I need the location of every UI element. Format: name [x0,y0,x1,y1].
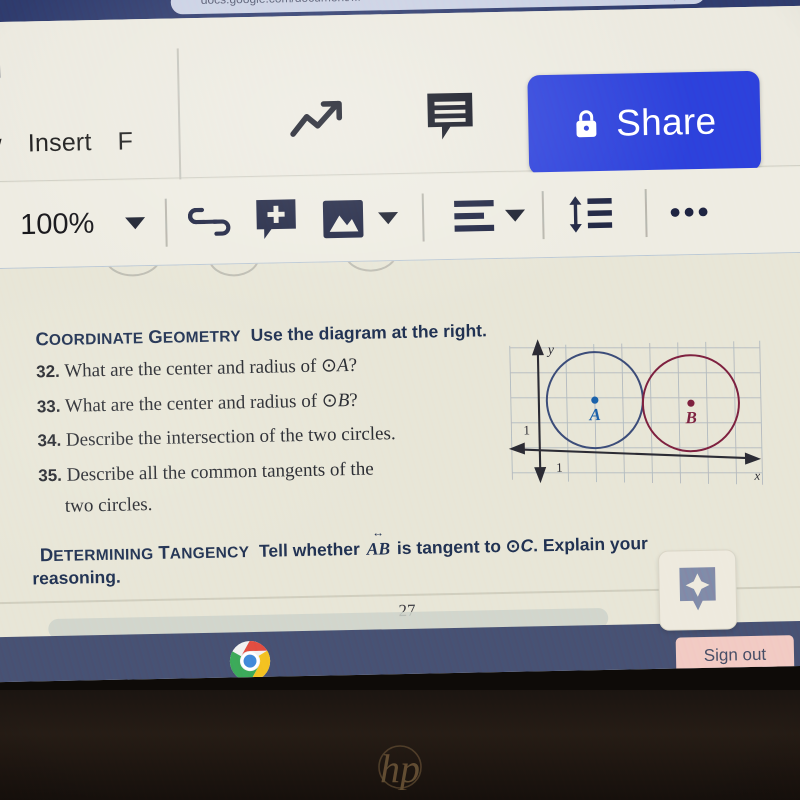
heading-smallcaps: OORDINATE [48,330,144,350]
menu-item-format-partial[interactable]: F [117,127,133,155]
two-tangent-circles-figure: A B 1 1 y x [504,335,767,495]
tangency-continuation: reasoning. [32,566,121,589]
heading-smallcaps2: ANGENCY [169,544,250,563]
heading-smallcaps: ETERMINING [53,546,154,566]
toolbar-separator [644,188,648,237]
more-options-icon[interactable] [669,205,709,218]
question-text: Describe the intersection of the two cir… [65,423,396,451]
share-button[interactable]: Share [527,70,762,176]
hp-logo: hp [368,742,432,790]
svg-text:B: B [684,408,697,427]
chevron-down-icon[interactable] [125,216,146,230]
line-spacing-icon[interactable] [567,192,614,235]
question-suffix: ? [348,354,358,377]
svg-text:A: A [588,405,601,424]
svg-text:1: 1 [523,422,530,437]
svg-text:x: x [753,468,760,483]
heading-smallcaps2: EOMETRY [162,328,242,347]
link-icon[interactable] [187,205,232,238]
question-row: 33. What are the center and radius of ⊙B… [37,389,358,418]
heading-cap: D [39,544,54,566]
heading-instruction: Use the diagram at the right. [250,320,488,346]
share-button-label: Share [615,100,717,144]
heading-cap2: G [148,325,163,348]
toolbar-separator [541,190,545,239]
question-row: 34. Describe the intersection of the two… [37,423,396,452]
coordinate-geometry-heading: COORDINATE GEOMETRY Use the diagram at t… [35,319,487,350]
question-number: 34. [37,430,62,451]
lock-icon [572,107,601,142]
circle-c-symbol: C [520,535,534,556]
add-comment-icon[interactable] [255,198,298,243]
laptop-bezel: hp [0,690,800,800]
question-suffix: ? [349,389,358,412]
insert-image-icon[interactable] [321,198,366,239]
determining-tangency-heading: DETERMINING TANGENCY Tell whether AB is … [40,532,648,566]
question-text: What are the center and radius of ⊙ [64,355,338,382]
circle-symbol: B [337,390,350,412]
chevron-down-icon[interactable] [505,208,526,222]
question-row: 32. What are the center and radius of ⊙A… [36,354,357,383]
question-number: 33. [36,396,61,417]
toolbar-separator [164,198,168,247]
chrome-icon[interactable] [229,640,272,683]
zoom-level-value[interactable]: 100% [20,207,95,241]
question-row: 35. Describe all the common tangents of … [38,459,374,488]
ai-assistant-button[interactable] [657,549,738,631]
docs-menu-bar[interactable]: w Insert F [0,127,159,160]
heading-cap: C [35,328,50,350]
menu-item-insert[interactable]: Insert [28,128,92,157]
heading-cap2: T [158,541,170,563]
question-number: 35. [38,465,63,486]
sign-out-label: Sign out [703,644,767,665]
ai-sparkle-icon [675,565,720,616]
svg-text:y: y [546,343,555,358]
text-align-icon[interactable] [453,197,496,236]
laptop-photo-screenshot: docs.google.com/document/... i [0,0,800,800]
question-text: What are the center and radius of ⊙ [64,390,338,417]
svg-text:1: 1 [556,460,563,475]
trending-up-icon[interactable] [288,93,351,146]
tangency-text-mid: is tangent to ⊙ [396,535,521,559]
circle-symbol: A [336,355,349,377]
menu-item-view-partial[interactable]: w [0,130,2,158]
question-number: 32. [35,361,60,382]
tangency-text-after: . Explain your [532,533,649,556]
docs-header: w Insert F Share [0,5,800,209]
question-text: Describe all the common tangents of the [66,458,374,486]
sign-out-button[interactable]: Sign out [675,635,795,676]
comment-history-icon[interactable] [421,88,480,145]
laptop-screen: docs.google.com/document/... i [0,0,800,683]
address-bar-text: docs.google.com/document/... [201,0,501,7]
chevron-down-icon[interactable] [378,211,399,224]
toolbar-separator [421,193,425,242]
tangency-text-before: Tell whether [258,538,361,561]
docs-toolbar: 100% [0,166,800,270]
line-ab-symbol: AB [364,538,392,559]
question-continuation: two circles. [64,494,153,517]
